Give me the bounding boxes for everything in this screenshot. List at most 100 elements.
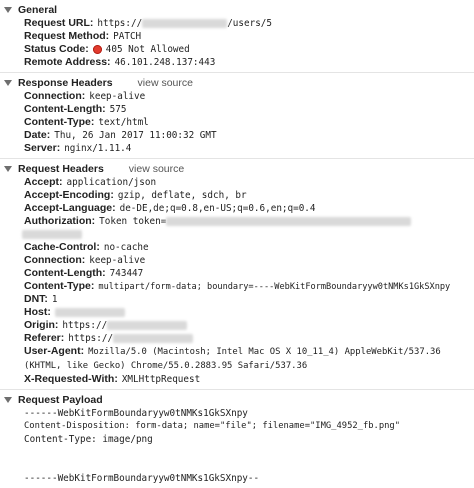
- header-key: Origin:: [24, 319, 59, 331]
- header-row-cache-control: Cache-Control: no-cache: [0, 241, 474, 254]
- header-row-x-requested-with: X-Requested-With: XMLHttpRequest: [0, 373, 474, 386]
- header-value: no-cache: [103, 242, 149, 253]
- header-key: Date:: [24, 129, 51, 141]
- request-method-row: Request Method: PATCH: [0, 30, 474, 43]
- status-error-icon: [92, 44, 102, 54]
- header-key: DNT:: [24, 293, 48, 305]
- header-key: Host:: [24, 306, 51, 318]
- request-headers-section: Request Headers view source Accept: appli…: [0, 158, 474, 389]
- header-row: Date: Thu, 26 Jan 2017 11:00:32 GMT: [0, 129, 474, 142]
- header-value: Token token=: [99, 216, 167, 227]
- payload-line: [24, 446, 474, 459]
- header-key: Connection:: [24, 254, 86, 266]
- header-value: multipart/form-data; boundary=----WebKit…: [98, 282, 451, 292]
- payload-line: Content-Type: image/png: [24, 434, 153, 445]
- response-headers-title: Response Headers: [18, 76, 113, 89]
- remote-address-key: Remote Address:: [24, 56, 111, 68]
- remote-address-value: 46.101.248.137:443: [114, 57, 216, 68]
- header-row-accept-language: Accept-Language: de-DE,de;q=0.8,en-US;q=0…: [0, 202, 474, 215]
- header-key: Server:: [24, 142, 61, 154]
- header-value: Mozilla/5.0 (Macintosh; Intel Mac OS X 1…: [24, 347, 441, 371]
- request-payload-title: Request Payload: [18, 393, 103, 406]
- redacted-token: [166, 216, 412, 226]
- header-row-referer: Referer: https://: [0, 332, 474, 345]
- header-key: Connection:: [24, 90, 86, 102]
- header-value: 1: [51, 294, 58, 305]
- response-headers-section: Response Headers view source Connection:…: [0, 72, 474, 158]
- response-headers-header[interactable]: Response Headers view source: [0, 75, 474, 90]
- header-value: text/html: [98, 117, 149, 128]
- header-value: Thu, 26 Jan 2017 11:00:32 GMT: [54, 130, 217, 141]
- header-key: Referer:: [24, 332, 65, 344]
- status-code-key: Status Code:: [24, 43, 89, 55]
- header-key: Cache-Control:: [24, 241, 100, 253]
- payload-line: ------WebKitFormBoundaryyw0tNMKs1GkSXnpy: [24, 408, 248, 419]
- view-source-link[interactable]: view source: [138, 77, 193, 89]
- header-value: XMLHttpRequest: [121, 374, 201, 385]
- header-row-dnt: DNT: 1: [0, 293, 474, 306]
- status-code-value: 405 Not Allowed: [105, 44, 190, 55]
- payload-line: ------WebKitFormBoundaryyw0tNMKs1GkSXnpy…: [24, 473, 260, 484]
- header-row: Connection: keep-alive: [0, 90, 474, 103]
- header-row-authorization: Authorization: Token token=: [0, 215, 474, 228]
- header-row-accept: Accept: application/json: [0, 176, 474, 189]
- request-url-prefix: https://: [97, 18, 143, 29]
- payload-body: ------WebKitFormBoundaryyw0tNMKs1GkSXnpy…: [0, 407, 474, 485]
- payload-line: [24, 459, 474, 472]
- request-method-key: Request Method:: [24, 30, 110, 42]
- redacted-token-continuation: [22, 229, 82, 239]
- header-key: Authorization:: [24, 215, 96, 227]
- header-value: nginx/1.11.4: [64, 143, 132, 154]
- view-source-link[interactable]: view source: [129, 163, 184, 175]
- header-key: Content-Length:: [24, 267, 106, 279]
- request-headers-header[interactable]: Request Headers view source: [0, 161, 474, 176]
- request-url-suffix: /users/5: [227, 18, 272, 29]
- request-headers-title: Request Headers: [18, 162, 104, 175]
- payload-line: Content-Disposition: form-data; name="fi…: [24, 421, 401, 431]
- status-code-row: Status Code: 405 Not Allowed: [0, 43, 474, 56]
- redacted-host: [142, 18, 228, 28]
- collapse-triangle-icon[interactable]: [4, 396, 12, 403]
- header-value: keep-alive: [89, 255, 146, 266]
- header-row-user-agent: User-Agent: Mozilla/5.0 (Macintosh; Intel…: [0, 345, 474, 373]
- header-row-host: Host:: [0, 306, 474, 319]
- header-value: keep-alive: [89, 91, 146, 102]
- request-payload-header[interactable]: Request Payload: [0, 392, 474, 407]
- header-row-origin: Origin: https://: [0, 319, 474, 332]
- header-value: https://: [68, 333, 114, 344]
- header-key: Accept-Encoding:: [24, 189, 114, 201]
- header-row-connection: Connection: keep-alive: [0, 254, 474, 267]
- header-row: Server: nginx/1.11.4: [0, 142, 474, 155]
- header-row: Content-Length: 575: [0, 103, 474, 116]
- header-key: Content-Length:: [24, 103, 106, 115]
- collapse-triangle-icon[interactable]: [4, 165, 12, 172]
- header-key: X-Requested-With:: [24, 373, 118, 385]
- header-row: Content-Type: text/html: [0, 116, 474, 129]
- header-row-accept-encoding: Accept-Encoding: gzip, deflate, sdch, br: [0, 189, 474, 202]
- collapse-triangle-icon[interactable]: [4, 79, 12, 86]
- request-url-row: Request URL: https:// /users/5: [0, 17, 474, 30]
- header-value: de-DE,de;q=0.8,en-US;q=0.6,en;q=0.4: [119, 203, 316, 214]
- general-section: General Request URL: https:// /users/5 Req…: [0, 0, 474, 72]
- header-key: Content-Type:: [24, 116, 95, 128]
- header-key: Content-Type:: [24, 280, 95, 292]
- header-row-content-length: Content-Length: 743447: [0, 267, 474, 280]
- header-value: 743447: [109, 268, 144, 279]
- redacted-origin: [107, 320, 188, 330]
- header-value: 575: [109, 104, 127, 115]
- redacted-host: [54, 307, 125, 317]
- header-key: Accept:: [24, 176, 63, 188]
- request-url-key: Request URL:: [24, 17, 94, 29]
- header-key: User-Agent:: [24, 345, 85, 357]
- header-value: https://: [62, 320, 108, 331]
- redacted-referer: [113, 333, 194, 343]
- header-row-content-type: Content-Type: multipart/form-data; bounda…: [0, 280, 474, 293]
- general-header[interactable]: General: [0, 2, 474, 17]
- collapse-triangle-icon[interactable]: [4, 6, 12, 13]
- request-method-value: PATCH: [113, 31, 142, 42]
- general-title: General: [18, 3, 58, 16]
- header-value: application/json: [66, 177, 157, 188]
- redacted-row: [0, 228, 474, 241]
- request-payload-section: Request Payload ------WebKitFormBoundary…: [0, 389, 474, 488]
- header-key: Accept-Language:: [24, 202, 116, 214]
